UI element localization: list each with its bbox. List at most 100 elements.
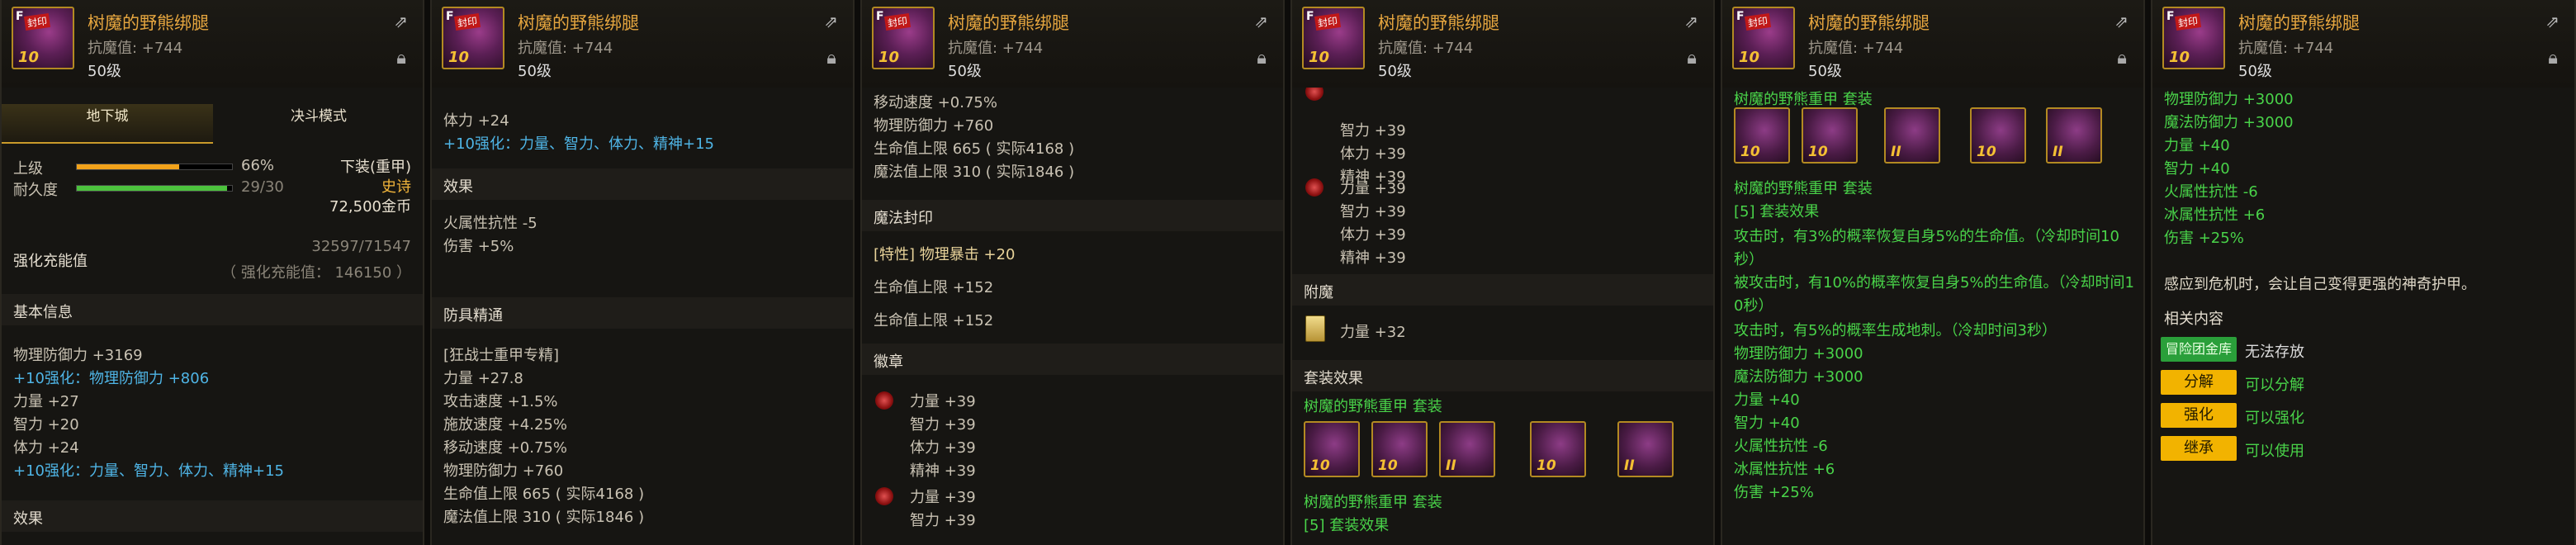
item-name: 树魔的野熊绑腿 bbox=[948, 13, 1069, 33]
section-emblem bbox=[862, 344, 1283, 375]
red-emblem-icon[interactable] bbox=[875, 391, 893, 410]
lock-icon[interactable]: 🔒︎ bbox=[1257, 48, 1267, 69]
set-line: 魔法防御力 +3000 bbox=[2164, 114, 2294, 131]
emblem-stat: 智力 +39 bbox=[1340, 203, 1406, 220]
item-header: F 封印 10 树魔的野熊绑腿 抗魔值: +744 50级 ⇗ 🔒︎ bbox=[1292, 0, 1713, 88]
set-name-top: 树魔的野熊重甲 套装 bbox=[1734, 91, 1873, 108]
set-item-icon[interactable]: 10 bbox=[1371, 421, 1428, 477]
lock-icon[interactable]: 🔒︎ bbox=[2548, 48, 2558, 69]
grade-bar bbox=[76, 164, 233, 170]
effects-title: 效果 bbox=[13, 510, 43, 528]
emblem-stat: 体力 +39 bbox=[910, 439, 976, 457]
tuning-line: 物理防御力 +760 bbox=[443, 462, 564, 480]
set-line: 火属性抗性 -6 bbox=[1734, 438, 1828, 455]
tuning-line: 攻击速度 +1.5% bbox=[443, 393, 558, 410]
share-icon[interactable]: ⇗ bbox=[2114, 12, 2129, 31]
price: 72,500金币 bbox=[329, 198, 411, 216]
red-emblem-icon[interactable] bbox=[1305, 178, 1324, 197]
set-item-icon[interactable]: 10 bbox=[1530, 421, 1586, 477]
tuning-line: 施放速度 +4.25% bbox=[443, 416, 567, 434]
lock-icon[interactable]: 🔒︎ bbox=[396, 48, 406, 69]
tooltip-panel-6: F 封印 10 树魔的野熊绑腿 抗魔值: +744 50级 ⇗ 🔒︎ 物理防御力 +… bbox=[2151, 0, 2576, 545]
enhance-button[interactable]: 强化 bbox=[2161, 403, 2237, 428]
seal-line: [特性] 物理暴击 +20 bbox=[874, 246, 1016, 263]
emblem-stat: 智力 +39 bbox=[910, 512, 976, 529]
item-header: F 封印 10 树魔的野熊绑腿 抗魔值: +744 50级 ⇗ 🔒︎ bbox=[2, 0, 423, 88]
item-level: 50级 bbox=[2238, 63, 2272, 80]
enhance-status: 可以强化 bbox=[2245, 410, 2304, 427]
tab-dungeon[interactable]: 地下城 bbox=[2, 104, 213, 144]
stat-line: 智力 +20 bbox=[13, 416, 79, 434]
effects-title: 效果 bbox=[443, 178, 473, 196]
emblem-stat: 力量 +39 bbox=[910, 393, 976, 410]
share-icon[interactable]: ⇗ bbox=[1254, 12, 1268, 31]
set-item-icon[interactable]: 10 bbox=[1734, 107, 1790, 164]
share-icon[interactable]: ⇗ bbox=[394, 12, 408, 31]
tuning-line: 力量 +27.8 bbox=[443, 370, 523, 387]
storage-badge: 冒险团金库 bbox=[2161, 337, 2237, 362]
durability-value: 29/30 bbox=[241, 178, 284, 196]
set-line: 智力 +40 bbox=[1734, 415, 1800, 432]
item-icon[interactable]: F 封印 10 bbox=[442, 7, 504, 69]
lock-icon[interactable]: 🔒︎ bbox=[2117, 48, 2127, 69]
section-enchant bbox=[1292, 274, 1713, 306]
enhance-sub: （ 强化充能值： 146150 ） bbox=[221, 264, 411, 282]
item-icon[interactable]: F 封印 10 bbox=[2162, 7, 2225, 69]
emblem-title: 徽章 bbox=[874, 353, 903, 371]
stat-line: 体力 +24 bbox=[13, 439, 79, 457]
section-effects bbox=[2, 500, 423, 532]
item-icon[interactable]: F 封印 10 bbox=[12, 7, 74, 69]
item-header: F 封印 10 树魔的野熊绑腿 抗魔值: +744 50级 ⇗ 🔒︎ bbox=[1722, 0, 2143, 88]
red-emblem-icon[interactable] bbox=[1305, 88, 1324, 101]
set-name: 树魔的野熊重甲 套装 bbox=[1734, 180, 1873, 197]
emblem-stat: 体力 +39 bbox=[1340, 226, 1406, 244]
basic-title: 基本信息 bbox=[13, 304, 73, 321]
set-item-icon[interactable]: II bbox=[1884, 107, 1940, 164]
emblem-stat: 智力 +39 bbox=[1340, 122, 1406, 140]
stat-line: 物理防御力 +3169 bbox=[13, 347, 143, 364]
emblem-stat: 体力 +39 bbox=[1340, 145, 1406, 163]
stat-line: 力量 +27 bbox=[13, 393, 79, 410]
set-name: 树魔的野熊重甲 套装 bbox=[1304, 398, 1442, 415]
set-item-icon[interactable]: 10 bbox=[1970, 107, 2026, 164]
item-icon[interactable]: F 封印 10 bbox=[1302, 7, 1365, 69]
set-line: 力量 +40 bbox=[2164, 137, 2230, 154]
set-item-icon[interactable]: II bbox=[1617, 421, 1674, 477]
red-emblem-icon[interactable] bbox=[875, 487, 893, 505]
enchant-card-icon[interactable] bbox=[1305, 315, 1325, 342]
share-icon[interactable]: ⇗ bbox=[824, 12, 838, 31]
tuning-title: 防具精通 bbox=[443, 307, 503, 325]
set-line: 力量 +40 bbox=[1734, 391, 1800, 409]
lock-icon[interactable]: 🔒︎ bbox=[826, 48, 836, 69]
emblem-stat: 精神 +39 bbox=[910, 462, 976, 480]
set-line: 被攻击时，有10%的概率恢复自身5%的生命值。（冷却时间1 bbox=[1734, 274, 2135, 291]
set-line: 攻击时，有5%的概率生成地刺。（冷却时间3秒） bbox=[1734, 322, 2057, 339]
rarity: 史诗 bbox=[381, 178, 411, 196]
item-header: F 封印 10 树魔的野熊绑腿 抗魔值: +744 50级 ⇗ 🔒︎ bbox=[2152, 0, 2574, 88]
set-item-icon[interactable]: 10 bbox=[1802, 107, 1858, 164]
tab-duel[interactable]: 决斗模式 bbox=[213, 104, 423, 144]
set-item-icon[interactable]: II bbox=[2046, 107, 2102, 164]
slot-type: 下装(重甲) bbox=[339, 159, 411, 176]
tooltip-panel-4: F 封印 10 树魔的野熊绑腿 抗魔值: +744 50级 ⇗ 🔒︎ 智力 +39 … bbox=[1290, 0, 1715, 545]
tuning-line: 魔法值上限 310 ( 实际1846 ) bbox=[874, 164, 1075, 181]
set-line: 火属性抗性 -6 bbox=[2164, 183, 2258, 201]
seal-title: 魔法封印 bbox=[874, 210, 933, 227]
enchant-value: 力量 +32 bbox=[1340, 324, 1406, 341]
resistance-value: 抗魔值: +744 bbox=[2238, 40, 2334, 57]
item-icon[interactable]: F 封印 10 bbox=[872, 7, 935, 69]
lock-icon[interactable]: 🔒︎ bbox=[1687, 48, 1697, 69]
resistance-value: 抗魔值: +744 bbox=[948, 40, 1044, 57]
set-item-icon[interactable]: 10 bbox=[1304, 421, 1360, 477]
share-icon[interactable]: ⇗ bbox=[2545, 12, 2559, 31]
seal-line: 生命值上限 +152 bbox=[874, 279, 994, 296]
inherit-button[interactable]: 继承 bbox=[2161, 436, 2237, 461]
set-item-icon[interactable]: II bbox=[1439, 421, 1495, 477]
item-icon[interactable]: F 封印 10 bbox=[1732, 7, 1795, 69]
item-level: 50级 bbox=[948, 63, 982, 80]
share-icon[interactable]: ⇗ bbox=[1684, 12, 1698, 31]
disassemble-button[interactable]: 分解 bbox=[2161, 370, 2237, 395]
resistance-value: 抗魔值: +744 bbox=[1808, 40, 1904, 57]
durability-label: 耐久度 bbox=[13, 182, 58, 199]
tuning-line: 移动速度 +0.75% bbox=[874, 94, 997, 111]
